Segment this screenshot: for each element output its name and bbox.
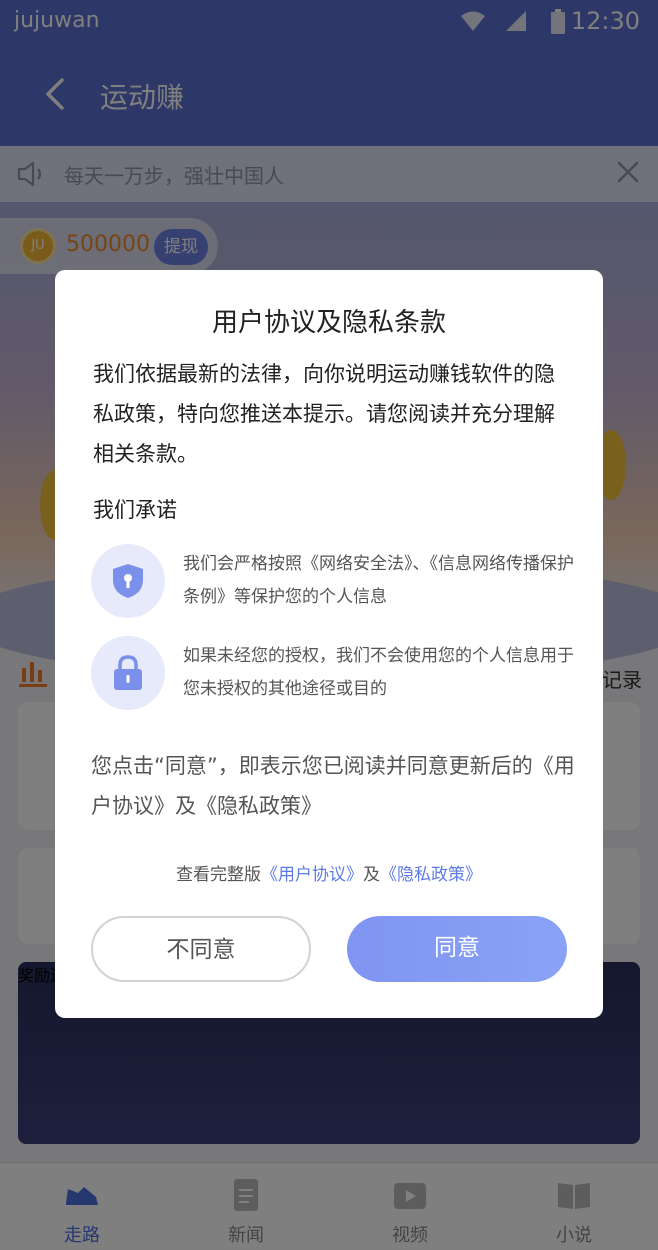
app-screen: jujuwan 12:30 运动赚 每天一万步，强壮中国人 JU 500000 … <box>0 0 658 1250</box>
dialog-title: 用户协议及隐私条款 <box>211 308 446 338</box>
full-terms-prefix: 查看完整版 <box>176 865 261 885</box>
lock-icon-circle <box>91 636 165 710</box>
promise-text: 如果未经您的授权，我们不会使用您的个人信息用于您未授权的其他途径或目的 <box>183 646 574 699</box>
shield-icon <box>113 564 143 598</box>
lock-icon <box>114 655 142 690</box>
promise-item: 我们会严格按照《网络安全法》、《信息网络传播保护条例》等保护您的个人信息 <box>91 544 574 624</box>
disagree-button[interactable]: 不同意 <box>91 916 311 982</box>
full-terms-line: 查看完整版《用户协议》及《隐私政策》 <box>55 860 603 885</box>
promise-text: 我们会严格按照《网络安全法》、《信息网络传播保护条例》等保护您的个人信息 <box>183 554 574 607</box>
agree-button[interactable]: 同意 <box>347 916 567 982</box>
privacy-dialog: 用户协议及隐私条款 我们依据最新的法律，向你说明运动赚钱软件的隐私政策，特向您推… <box>55 270 603 1018</box>
shield-icon-circle <box>91 544 165 618</box>
user-agreement-link[interactable]: 《用户协议》 <box>261 865 363 885</box>
privacy-policy-link[interactable]: 《隐私政策》 <box>380 865 482 885</box>
consent-text: 您点击“同意”，即表示您已阅读并同意更新后的《用户协议》及《隐私政策》 <box>91 754 575 818</box>
dialog-intro: 我们依据最新的法律，向你说明运动赚钱软件的隐私政策，特向您推送本提示。请您阅读并… <box>93 362 555 466</box>
promise-heading: 我们承诺 <box>93 498 177 522</box>
promise-item: 如果未经您的授权，我们不会使用您的个人信息用于您未授权的其他途径或目的 <box>91 636 574 716</box>
full-terms-and: 及 <box>363 865 380 885</box>
